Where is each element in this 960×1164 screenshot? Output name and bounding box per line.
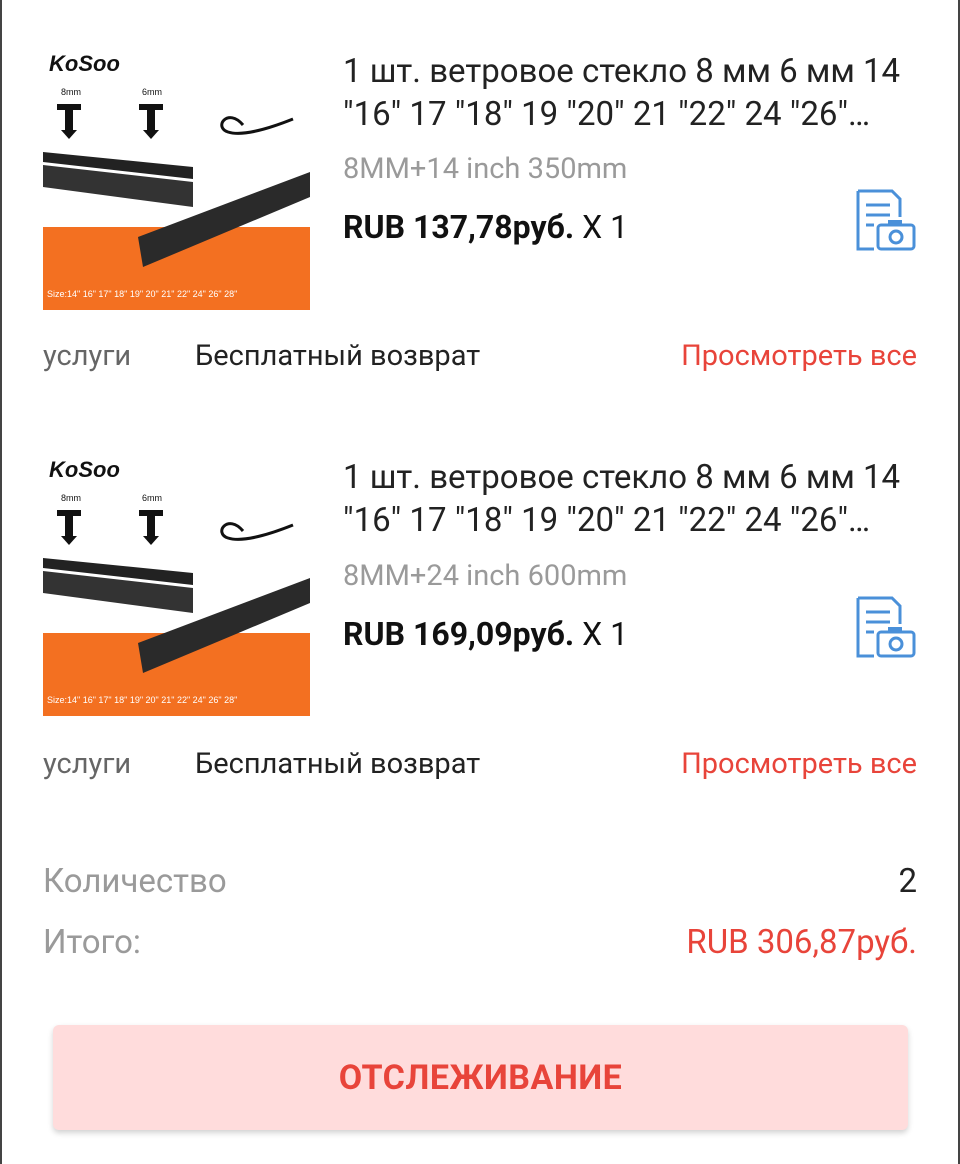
service-label: услуги xyxy=(43,747,132,781)
thumb-label-6mm: 6mm xyxy=(142,87,162,97)
quantity-value: 2 xyxy=(898,862,917,901)
thumb-size-text: Size:14" 16" 17" 18" 19" 20" 21" 22" 24"… xyxy=(47,289,237,299)
product-title[interactable]: 1 шт. ветровое стекло 8 мм 6 мм 14 "16" … xyxy=(343,50,903,136)
thumb-brand: KoSoo xyxy=(49,51,120,76)
product-price: RUB 137,78руб. xyxy=(343,208,575,246)
service-row: услуги Бесплатный возврат Просмотреть вс… xyxy=(43,747,917,787)
product-title[interactable]: 1 шт. ветровое стекло 8 мм 6 мм 14 "16" … xyxy=(343,456,903,542)
total-label: Итого: xyxy=(43,923,141,962)
thumb-label-8mm: 8mm xyxy=(61,493,81,503)
product-sku: 8MM+14 inch 350mm xyxy=(343,152,628,186)
price-row: RUB 169,09руб. X 1 xyxy=(343,615,628,653)
product-thumbnail[interactable]: KoSoo 8mm 6mm Size:14" 16" 17" 18" 19" 2… xyxy=(43,47,310,310)
price-row: RUB 137,78руб. X 1 xyxy=(343,208,628,246)
quantity-label: Количество xyxy=(43,862,227,901)
product-thumbnail[interactable]: KoSoo 8mm 6mm Size:14" 16" 17" 18" 19" 2… xyxy=(43,453,310,716)
photo-review-icon[interactable] xyxy=(852,594,918,660)
track-order-button[interactable]: ОТСЛЕЖИВАНИЕ xyxy=(53,1025,908,1130)
service-label: услуги xyxy=(43,339,132,373)
view-all-link[interactable]: Просмотреть все xyxy=(681,747,917,781)
service-row: услуги Бесплатный возврат Просмотреть вс… xyxy=(43,339,917,379)
product-quantity: X 1 xyxy=(582,208,629,246)
total-value: RUB 306,87руб. xyxy=(686,923,917,962)
photo-review-icon[interactable] xyxy=(852,187,918,253)
service-value: Бесплатный возврат xyxy=(195,339,481,373)
thumb-label-6mm: 6mm xyxy=(142,493,162,503)
product-sku: 8MM+24 inch 600mm xyxy=(343,559,628,593)
product-price: RUB 169,09руб. xyxy=(343,615,575,653)
service-value: Бесплатный возврат xyxy=(195,747,481,781)
screen-left-edge xyxy=(0,0,2,1164)
product-quantity: X 1 xyxy=(582,615,629,653)
thumb-brand: KoSoo xyxy=(49,457,120,482)
thumb-size-text: Size:14" 16" 17" 18" 19" 20" 21" 22" 24"… xyxy=(47,695,237,705)
thumb-label-8mm: 8mm xyxy=(61,87,81,97)
view-all-link[interactable]: Просмотреть все xyxy=(681,339,917,373)
